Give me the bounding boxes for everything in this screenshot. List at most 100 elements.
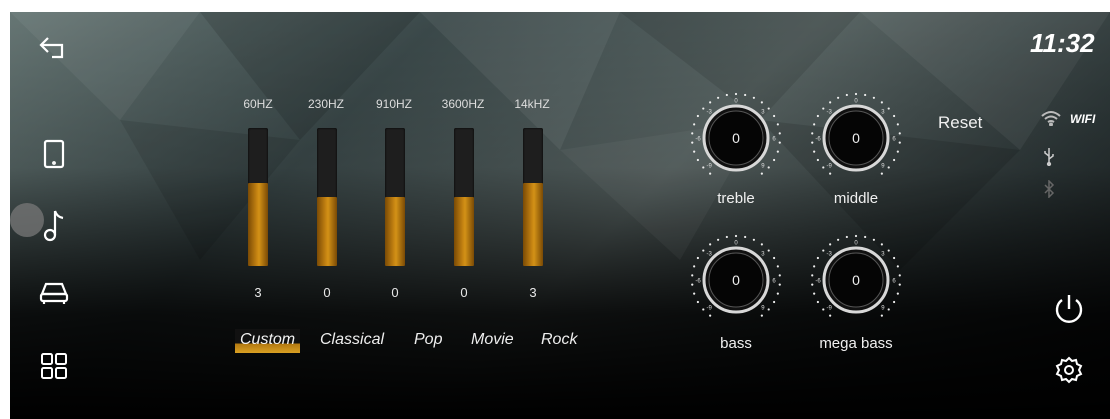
preset-rock-button[interactable]: Rock bbox=[536, 329, 582, 353]
mega-bass-label: mega bass bbox=[819, 335, 893, 352]
bass-knob[interactable]: 0 3 6 9 -3 -6 -9 0 bbox=[688, 232, 784, 328]
knob-scale-label: 9 bbox=[881, 163, 885, 169]
eq-slider-fill bbox=[248, 183, 268, 266]
band-value-910hz: 0 bbox=[391, 285, 399, 300]
knob-scale-label: 3 bbox=[761, 110, 765, 116]
eq-slider-60hz[interactable] bbox=[248, 128, 268, 266]
knob-tick bbox=[709, 243, 712, 246]
knob-scale-label: -9 bbox=[826, 305, 832, 311]
knob-tick bbox=[776, 292, 779, 295]
knob-tick bbox=[887, 107, 890, 110]
knob-scale-label: 9 bbox=[881, 305, 885, 311]
band-label-60hz: 60HZ bbox=[243, 97, 273, 111]
knob-tick bbox=[760, 172, 763, 175]
knob-scale-label: 9 bbox=[761, 163, 765, 169]
clock: 11:32 bbox=[1030, 28, 1095, 58]
knob-scale-label: 6 bbox=[772, 137, 776, 143]
knob-tick bbox=[744, 235, 747, 239]
knob-tick bbox=[693, 150, 696, 153]
knob-tick bbox=[776, 265, 779, 268]
knob-tick bbox=[734, 234, 738, 238]
knob-tick bbox=[811, 141, 814, 144]
knob-tick bbox=[896, 150, 899, 153]
knob-tick bbox=[898, 132, 901, 135]
settings-gear-icon[interactable] bbox=[1053, 355, 1085, 392]
knob-tick bbox=[816, 300, 819, 304]
knob-scale-label: -3 bbox=[706, 110, 712, 116]
knob-tick bbox=[744, 93, 747, 97]
back-arrow-icon[interactable] bbox=[38, 32, 70, 64]
preset-classical-button[interactable]: Classical bbox=[315, 329, 389, 353]
knob-tick bbox=[864, 235, 867, 239]
preset-movie-button[interactable]: Movie bbox=[466, 329, 519, 353]
knob-tick bbox=[725, 235, 728, 239]
eq-slider-14khz[interactable] bbox=[523, 128, 543, 266]
knob-tick bbox=[893, 114, 896, 118]
knob-tick bbox=[837, 238, 840, 241]
knob-tick bbox=[773, 158, 776, 162]
phone-icon[interactable] bbox=[38, 138, 70, 170]
car-icon[interactable] bbox=[38, 276, 70, 308]
knob-scale-label: -3 bbox=[826, 110, 832, 116]
knob-tick bbox=[837, 96, 840, 99]
middle-knob[interactable]: 0 3 6 9 -3 -6 -9 0 bbox=[808, 90, 904, 186]
knob-tick bbox=[702, 249, 705, 252]
mega-bass-knob[interactable]: 0 3 6 9 -3 -6 -9 0 bbox=[808, 232, 904, 328]
knob-tick bbox=[872, 96, 875, 99]
knob-tick bbox=[734, 92, 738, 96]
frame-top bbox=[0, 0, 1110, 12]
knob-tick bbox=[691, 274, 694, 277]
knob-scale-label: -9 bbox=[826, 163, 832, 169]
knob-tick bbox=[693, 265, 696, 268]
knob-tick bbox=[773, 114, 776, 118]
knob-tick bbox=[822, 107, 825, 110]
preset-custom-button[interactable]: Custom bbox=[235, 329, 301, 353]
knob-tick bbox=[752, 96, 755, 99]
knob-value: 0 bbox=[852, 130, 860, 146]
knob-tick bbox=[822, 249, 825, 252]
knob-tick bbox=[845, 235, 848, 239]
knob-tick bbox=[845, 93, 848, 97]
knob-scale-label: -9 bbox=[706, 163, 712, 169]
knob-tick bbox=[696, 158, 699, 162]
apps-grid-icon[interactable] bbox=[38, 350, 70, 382]
eq-slider-910hz[interactable] bbox=[385, 128, 405, 266]
knob-value: 0 bbox=[732, 272, 740, 288]
knob-tick bbox=[822, 308, 825, 311]
knob-tick bbox=[896, 123, 899, 126]
music-note-icon[interactable] bbox=[38, 210, 70, 242]
reset-button[interactable]: Reset bbox=[938, 113, 982, 133]
power-icon[interactable] bbox=[1053, 292, 1085, 331]
knob-tick bbox=[696, 114, 699, 118]
knob-tick bbox=[816, 158, 819, 162]
knob-tick bbox=[822, 166, 825, 169]
treble-knob[interactable]: 0 3 6 9 -3 -6 -9 0 bbox=[688, 90, 784, 186]
knob-tick bbox=[813, 150, 816, 153]
knob-tick bbox=[691, 283, 694, 286]
band-value-14khz: 3 bbox=[529, 285, 537, 300]
knob-tick bbox=[702, 107, 705, 110]
eq-slider-fill bbox=[317, 197, 337, 266]
frame-left bbox=[0, 0, 10, 419]
preset-pop-button[interactable]: Pop bbox=[409, 329, 447, 353]
knob-tick bbox=[717, 96, 720, 99]
knob-tick bbox=[767, 166, 770, 169]
knob-tick bbox=[893, 256, 896, 260]
knob-tick bbox=[829, 243, 832, 246]
band-value-3600hz: 0 bbox=[460, 285, 468, 300]
knob-tick bbox=[880, 314, 883, 317]
eq-slider-3600hz[interactable] bbox=[454, 128, 474, 266]
knob-tick bbox=[767, 107, 770, 110]
eq-slider-230hz[interactable] bbox=[317, 128, 337, 266]
knob-scale-label: 3 bbox=[881, 252, 885, 258]
knob-tick bbox=[778, 141, 781, 144]
knob-tick bbox=[864, 93, 867, 97]
band-label-14khz: 14kHZ bbox=[514, 97, 550, 111]
knob-tick bbox=[854, 92, 858, 96]
knob-tick bbox=[813, 123, 816, 126]
knob-scale-label: -3 bbox=[706, 252, 712, 258]
band-label-230hz: 230HZ bbox=[307, 97, 345, 111]
background-facets bbox=[10, 12, 1110, 270]
treble-label: treble bbox=[717, 190, 755, 207]
knob-tick bbox=[776, 123, 779, 126]
